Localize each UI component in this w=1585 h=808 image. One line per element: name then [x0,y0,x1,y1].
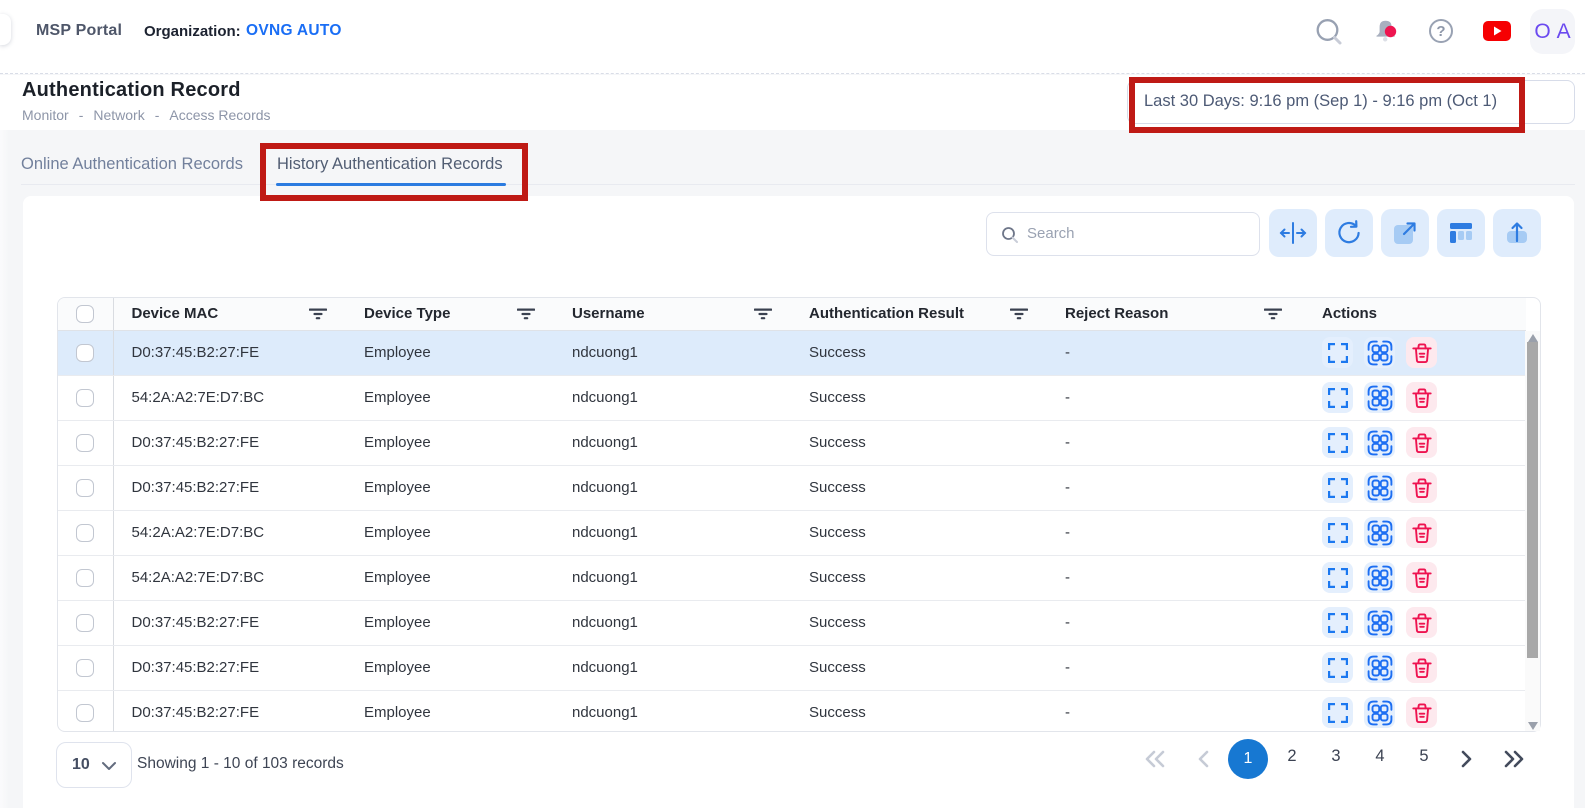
svg-text:?: ? [1436,23,1445,40]
